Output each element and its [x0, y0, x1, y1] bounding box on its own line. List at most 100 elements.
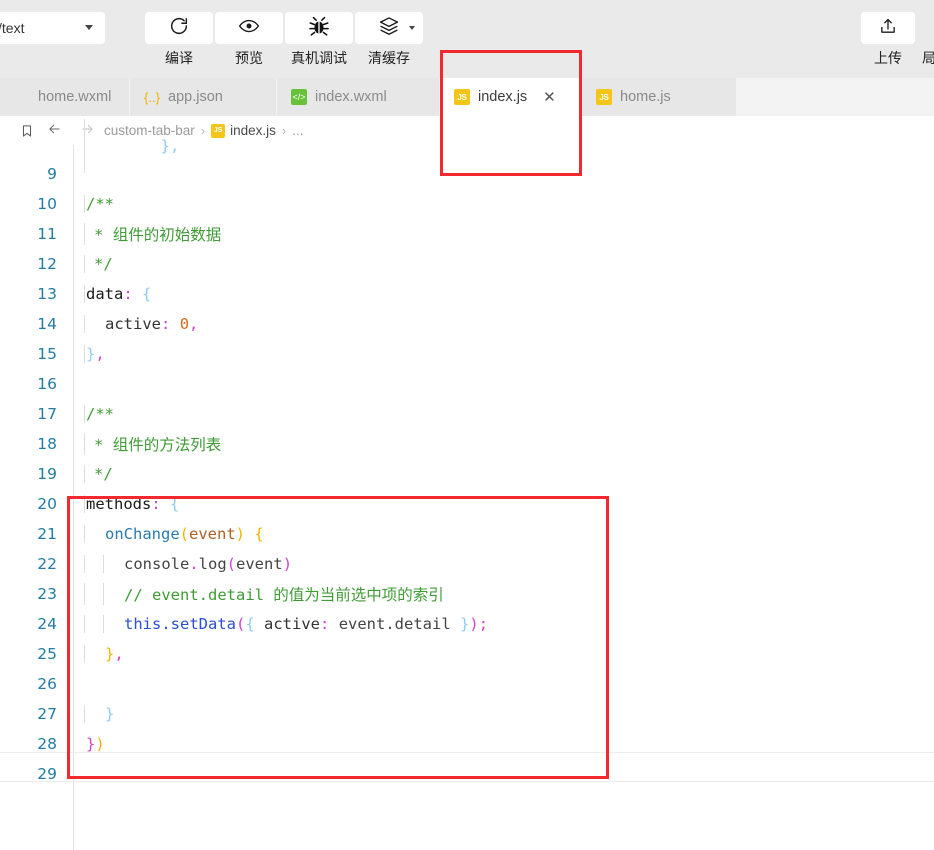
compile-button-label: 编译 — [165, 51, 193, 67]
clear-cache-button-label: 清缓存 — [368, 51, 410, 67]
code-token: ) — [469, 615, 479, 633]
code-token: { — [254, 525, 264, 543]
line-number: 10 — [37, 195, 57, 213]
json-file-icon: {..} — [144, 89, 160, 105]
code-line: 14 active: 0, — [0, 309, 934, 339]
line-number: 14 — [37, 315, 57, 333]
line-number: 27 — [37, 705, 57, 723]
tab-label: index.js — [478, 89, 528, 105]
wxml-file-icon: </> — [291, 89, 307, 105]
code-line: 22 console.log(event) — [0, 549, 934, 579]
code-token: methods — [86, 495, 152, 513]
line-number: 21 — [37, 525, 57, 543]
device-debug-button[interactable] — [285, 12, 353, 44]
layers-icon — [378, 15, 400, 42]
code-token: } — [105, 705, 115, 723]
line-number: 22 — [37, 555, 57, 573]
code-token: data — [86, 285, 124, 303]
code-editor[interactable]: }, 9 10 /** 11 * 组件的初始数据 12 */ 13 data: … — [0, 119, 934, 850]
code-token: : — [151, 495, 161, 513]
code-token: setData — [170, 615, 236, 633]
code-token: ( — [236, 615, 246, 633]
code-token: * — [94, 436, 104, 454]
code-token: } — [105, 645, 115, 663]
code-line: 24 this.setData({ active: event.detail }… — [0, 609, 934, 639]
line-number: 15 — [37, 345, 57, 363]
tab-label: app.json — [168, 89, 223, 105]
upload-button-label: 上传 — [874, 51, 902, 67]
clear-cache-button[interactable] — [355, 12, 423, 44]
line-number: 12 — [37, 255, 57, 273]
upload-icon — [878, 16, 898, 41]
code-line: 15 }, — [0, 339, 934, 369]
code-token: } — [86, 735, 96, 753]
line-number: 25 — [37, 645, 57, 663]
code-line: 11 * 组件的初始数据 — [0, 219, 934, 249]
preview-button[interactable] — [215, 12, 283, 44]
editor-divider — [0, 781, 934, 782]
tab-app-json[interactable]: {..} app.json — [130, 78, 277, 116]
code-line: 18 * 组件的方法列表 — [0, 429, 934, 459]
code-line: 20 methods: { — [0, 489, 934, 519]
code-token: * — [94, 226, 104, 244]
code-line: 26 — [0, 669, 934, 699]
tab-index-wxml[interactable]: </> index.wxml — [277, 78, 440, 116]
code-token: 0 — [179, 315, 190, 333]
code-line: 13 data: { — [0, 279, 934, 309]
code-line: 9 — [0, 159, 934, 189]
code-token: event — [189, 525, 236, 543]
line-number: 24 — [37, 615, 57, 633]
line-number: 9 — [47, 165, 57, 183]
code-token: : — [123, 285, 133, 303]
code-token: ( — [179, 525, 189, 543]
js-file-icon: JS — [596, 89, 612, 105]
code-token: ) — [95, 735, 105, 753]
bug-icon — [307, 14, 331, 43]
code-token: , — [189, 315, 199, 333]
line-number: 20 — [37, 495, 57, 513]
code-token: : — [320, 615, 330, 633]
tab-home-wxml[interactable]: home.wxml — [0, 78, 130, 116]
arrow-left-icon[interactable] — [46, 122, 63, 140]
code-token: , — [95, 345, 105, 363]
code-token: : — [161, 315, 171, 333]
device-debug-button-label: 真机调试 — [291, 51, 347, 67]
mode-selector[interactable]: /text — [0, 12, 105, 44]
code-token: 组件的方法列表 — [112, 436, 222, 454]
tab-label: index.wxml — [315, 89, 387, 105]
toolbar-overflow-label: 局 — [922, 51, 934, 67]
code-line: 25 }, — [0, 639, 934, 669]
close-icon[interactable]: ✕ — [543, 90, 556, 105]
compile-button[interactable] — [145, 12, 213, 44]
line-number: 16 — [37, 375, 57, 393]
tab-label: home.wxml — [38, 89, 112, 105]
code-token: active — [105, 315, 161, 333]
code-token: */ — [94, 465, 113, 483]
code-token: . — [161, 615, 171, 633]
code-token: { — [170, 495, 180, 513]
code-line: 23 // event.detail 的值为当前选中项的索引 — [0, 579, 934, 609]
code-line: 17 /** — [0, 399, 934, 429]
app-root: /text 编译 预览 真机调试 清缓存 上传 局 home.wxml {..}… — [0, 0, 934, 850]
code-line: 19 */ — [0, 459, 934, 489]
line-number: 11 — [37, 225, 57, 243]
code-line: 28 }) — [0, 729, 934, 759]
tab-home-js[interactable]: JS home.js — [582, 78, 737, 116]
bookmark-icon[interactable] — [16, 123, 38, 139]
code-token: , — [114, 645, 124, 663]
code-line: 21 onChange(event) { — [0, 519, 934, 549]
code-token: event — [236, 555, 283, 573]
upload-button[interactable] — [861, 12, 915, 44]
code-line: }, — [0, 119, 934, 173]
chevron-down-icon — [85, 25, 93, 30]
code-line: 16 — [0, 369, 934, 399]
line-number: 23 — [37, 585, 57, 603]
code-token: }, — [160, 137, 180, 155]
refresh-icon — [168, 15, 190, 42]
eye-icon — [237, 15, 261, 42]
code-token: /** — [86, 405, 114, 423]
toolbar: /text 编译 预览 真机调试 清缓存 上传 局 — [0, 0, 934, 78]
tab-index-js[interactable]: JS index.js ✕ — [440, 78, 582, 116]
code-token: event.detail — [329, 615, 461, 633]
code-token: log — [198, 555, 227, 573]
